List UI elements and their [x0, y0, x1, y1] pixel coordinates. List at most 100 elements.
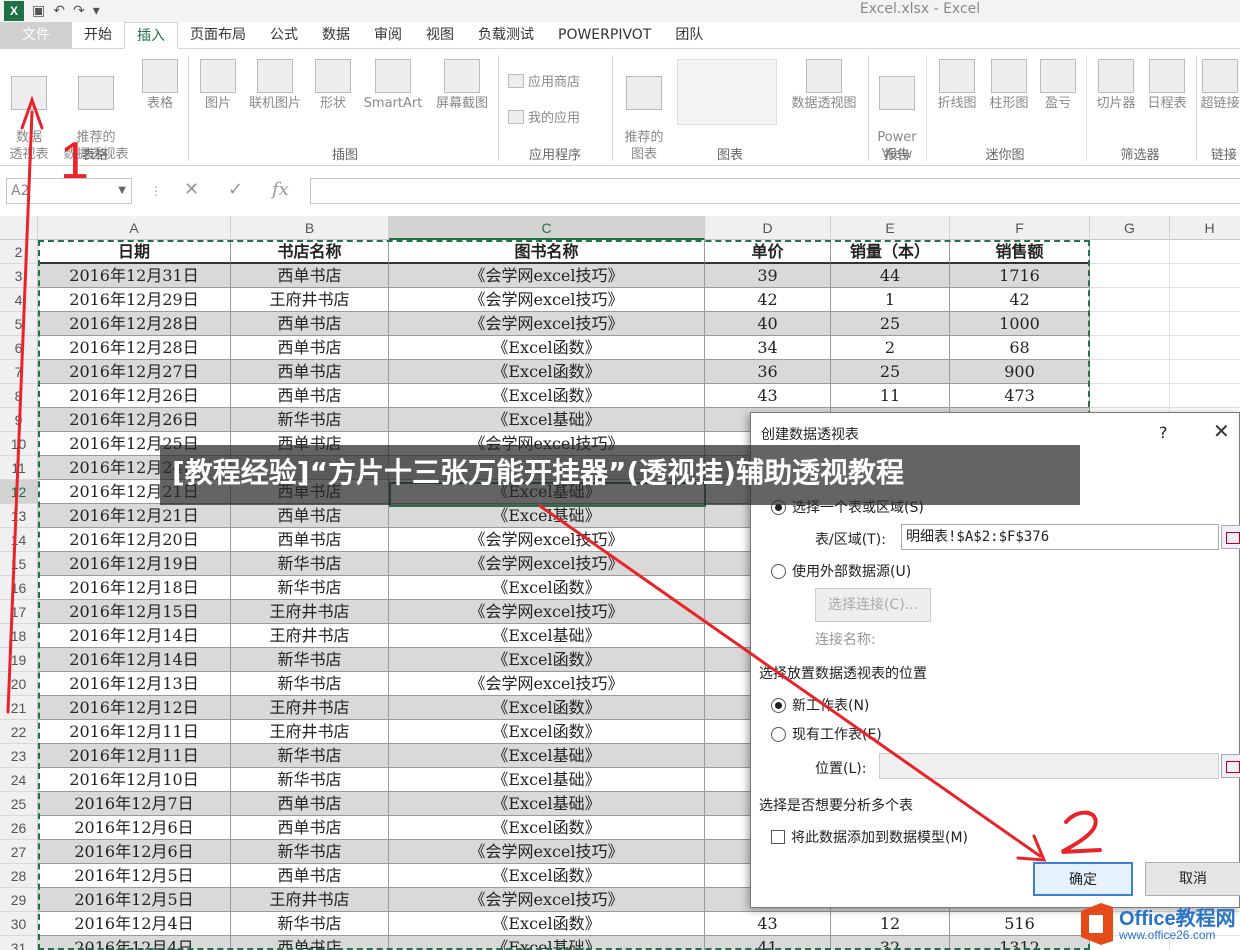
cell-store[interactable]: 西单书店	[231, 312, 389, 336]
column-header-b[interactable]: B	[231, 216, 389, 240]
cell-book[interactable]: 《Excel函数》	[389, 696, 705, 720]
row-header[interactable]: 18	[0, 624, 38, 648]
cell-date[interactable]: 2016年12月26日	[38, 408, 231, 432]
help-icon[interactable]: ?	[1159, 423, 1168, 442]
tab-data[interactable]: 数据	[310, 22, 362, 49]
cell-date[interactable]: 2016年12月6日	[38, 816, 231, 840]
location-picker-icon[interactable]	[1221, 754, 1240, 778]
cell-book[interactable]: 《会学网excel技巧》	[389, 528, 705, 552]
add-to-data-model-checkbox[interactable]: 将此数据添加到数据模型(M)	[771, 827, 968, 847]
cell-store[interactable]: 西单书店	[231, 336, 389, 360]
row-header[interactable]: 17	[0, 600, 38, 624]
cell-sales[interactable]: 516	[950, 912, 1090, 936]
tab-powerpivot[interactable]: POWERPIVOT	[546, 22, 663, 49]
table-button[interactable]: 表格	[138, 59, 182, 112]
chevron-down-icon[interactable]: ▼	[118, 179, 126, 203]
cell-price[interactable]: 40	[705, 312, 831, 336]
cell-store[interactable]: 王府井书店	[231, 600, 389, 624]
cell-book[interactable]: 《会学网excel技巧》	[389, 840, 705, 864]
cell-date[interactable]: 2016年12月11日	[38, 720, 231, 744]
row-header[interactable]: 3	[0, 264, 38, 288]
cell-store[interactable]: 西单书店	[231, 264, 389, 288]
row-header[interactable]: 2	[0, 240, 38, 264]
choose-connection-button[interactable]: 选择连接(C)...	[815, 588, 931, 622]
tab-formulas[interactable]: 公式	[258, 22, 310, 49]
cell-date[interactable]: 日期	[38, 240, 231, 264]
cell-store[interactable]: 王府井书店	[231, 888, 389, 912]
cell-store[interactable]: 西单书店	[231, 504, 389, 528]
cancel-entry-icon[interactable]: ✕	[184, 179, 199, 200]
sparkline-line-button[interactable]: 折线图	[932, 59, 982, 112]
cell-book[interactable]: 《Excel基础》	[389, 408, 705, 432]
cell-g[interactable]	[1090, 360, 1170, 384]
cell-h[interactable]	[1170, 312, 1240, 336]
cell-date[interactable]: 2016年12月10日	[38, 768, 231, 792]
cell-price[interactable]: 42	[705, 288, 831, 312]
cell-h[interactable]	[1170, 264, 1240, 288]
radio-external-source[interactable]: 使用外部数据源(U)	[771, 561, 911, 581]
row-header[interactable]: 25	[0, 792, 38, 816]
cell-sales[interactable]: 68	[950, 336, 1090, 360]
row-header[interactable]: 27	[0, 840, 38, 864]
cell-book[interactable]: 《Excel函数》	[389, 816, 705, 840]
row-header[interactable]: 15	[0, 552, 38, 576]
cell-price[interactable]: 34	[705, 336, 831, 360]
cell-book[interactable]: 《Excel函数》	[389, 360, 705, 384]
cell-qty[interactable]: 1	[831, 288, 950, 312]
smartart-button[interactable]: SmartArt	[358, 59, 428, 112]
column-header-c[interactable]: C	[389, 216, 705, 240]
cell-book[interactable]: 《Excel基础》	[389, 936, 705, 950]
cell-book[interactable]: 《会学网excel技巧》	[389, 672, 705, 696]
cell-store[interactable]: 王府井书店	[231, 720, 389, 744]
cell-price[interactable]: 39	[705, 264, 831, 288]
cell-sales[interactable]: 900	[950, 360, 1090, 384]
cell-sales[interactable]: 1312	[950, 936, 1090, 950]
cell-date[interactable]: 2016年12月14日	[38, 624, 231, 648]
tab-page-layout[interactable]: 页面布局	[178, 22, 258, 49]
online-picture-button[interactable]: 联机图片	[244, 59, 306, 112]
row-header[interactable]: 8	[0, 384, 38, 408]
cell-price[interactable]: 41	[705, 936, 831, 950]
cell-store[interactable]: 新华书店	[231, 840, 389, 864]
column-header-f[interactable]: F	[950, 216, 1090, 240]
row-header[interactable]: 14	[0, 528, 38, 552]
cell-store[interactable]: 新华书店	[231, 408, 389, 432]
row-header[interactable]: 22	[0, 720, 38, 744]
cell-date[interactable]: 2016年12月11日	[38, 744, 231, 768]
cell-date[interactable]: 2016年12月5日	[38, 888, 231, 912]
cell-sales[interactable]: 1000	[950, 312, 1090, 336]
column-header-e[interactable]: E	[831, 216, 950, 240]
cell-store[interactable]: 西单书店	[231, 816, 389, 840]
row-header[interactable]: 30	[0, 912, 38, 936]
cell-book[interactable]: 《会学网excel技巧》	[389, 312, 705, 336]
cell-price[interactable]: 单价	[705, 240, 831, 264]
pivot-chart-button[interactable]: 数据透视图	[784, 59, 864, 112]
cell-date[interactable]: 2016年12月18日	[38, 576, 231, 600]
cell-qty[interactable]: 25	[831, 360, 950, 384]
row-header[interactable]: 4	[0, 288, 38, 312]
cell-store[interactable]: 王府井书店	[231, 624, 389, 648]
cell-book[interactable]: 《Excel基础》	[389, 792, 705, 816]
row-header[interactable]: 6	[0, 336, 38, 360]
cell-date[interactable]: 2016年12月28日	[38, 336, 231, 360]
tab-home[interactable]: 开始	[72, 22, 124, 49]
row-header[interactable]: 9	[0, 408, 38, 432]
sparkline-winloss-button[interactable]: 盈亏	[1036, 59, 1080, 112]
timeline-button[interactable]: 日程表	[1142, 59, 1192, 112]
tab-file[interactable]: 文件	[0, 22, 72, 49]
cell-date[interactable]: 2016年12月14日	[38, 648, 231, 672]
cell-price[interactable]: 36	[705, 360, 831, 384]
recommended-charts-button[interactable]: 推荐的 图表	[618, 59, 670, 163]
name-box[interactable]: A2 ▼	[6, 178, 132, 204]
select-all-corner[interactable]	[0, 216, 38, 240]
cell-date[interactable]: 2016年12月29日	[38, 288, 231, 312]
cell-store[interactable]: 新华书店	[231, 552, 389, 576]
cell-sales[interactable]: 473	[950, 384, 1090, 408]
cell-book[interactable]: 《会学网excel技巧》	[389, 888, 705, 912]
cell-price[interactable]: 43	[705, 912, 831, 936]
cell-date[interactable]: 2016年12月4日	[38, 936, 231, 950]
ok-button[interactable]: 确定	[1033, 862, 1133, 896]
hyperlink-button[interactable]: 超链接	[1200, 59, 1240, 112]
tab-view[interactable]: 视图	[414, 22, 466, 49]
close-icon[interactable]: ✕	[1213, 419, 1230, 443]
